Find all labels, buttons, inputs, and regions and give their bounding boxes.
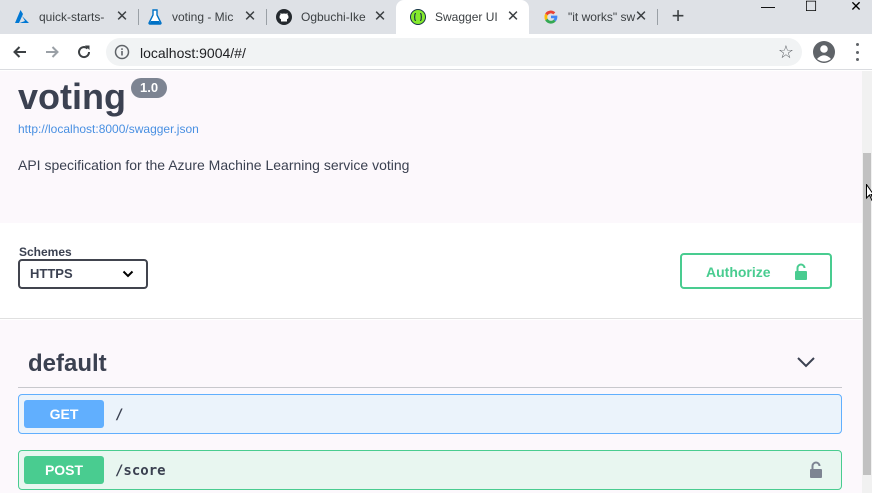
api-info: voting 1.0 http://localhost:8000/swagger… [0,71,862,223]
schemes-label: Schemes [19,245,72,259]
mouse-cursor-icon [866,184,872,202]
address-bar[interactable]: localhost:9004/#/ ☆ [106,38,802,66]
tab-quick-starts[interactable]: quick-starts- ✕ [0,0,138,34]
authorize-label: Authorize [706,264,771,280]
close-icon[interactable]: ✕ [633,9,649,25]
method-badge: POST [24,456,104,484]
google-icon [543,9,559,25]
new-tab-button[interactable]: + [667,5,689,28]
reload-icon [78,45,91,59]
tag-section-default[interactable]: default [18,340,842,388]
chevron-down-icon[interactable] [796,356,816,368]
bookmark-star-icon[interactable]: ☆ [778,42,794,62]
schemes-select[interactable]: HTTPS [18,259,148,289]
url-text[interactable]: localhost:9004/#/ [140,45,246,61]
page-scrollbar[interactable] [862,71,872,493]
forward-button[interactable] [40,40,64,64]
close-icon[interactable]: ✕ [505,9,521,25]
api-description: API specification for the Azure Machine … [18,157,410,173]
close-icon[interactable]: ✕ [372,9,388,25]
version-badge: 1.0 [131,78,168,98]
maximize-button[interactable]: ☐ [795,0,827,14]
tag-name: default [28,350,107,377]
operation-path: / [115,407,124,423]
operations-container: default GET / POST /score [0,320,862,493]
schemes-container: Schemes HTTPS Authorize [0,223,862,319]
minimize-button[interactable]: — [752,0,784,14]
tab-divider [657,9,658,25]
chevron-down-icon [122,270,134,278]
spec-url-link[interactable]: http://localhost:8000/swagger.json [18,122,199,136]
tab-github[interactable]: Ogbuchi-Ike ✕ [262,0,396,34]
reload-button[interactable] [72,40,96,64]
profile-avatar-icon[interactable] [813,41,835,63]
operation-post-score[interactable]: POST /score [18,450,842,490]
tab-strip: quick-starts- ✕ voting - Mic ✕ Ogbuchi-I… [0,0,872,34]
close-icon[interactable]: ✕ [114,9,130,25]
api-title: voting [18,76,126,117]
schemes-selected-value: HTTPS [30,266,73,281]
swagger-page: voting 1.0 http://localhost:8000/swagger… [0,71,862,493]
info-icon[interactable] [114,44,130,60]
authorize-button[interactable]: Authorize [680,253,832,289]
back-button[interactable] [8,40,32,64]
arrow-left-icon [13,46,26,58]
arrow-right-icon [46,46,59,58]
tab-voting[interactable]: voting - Mic ✕ [133,0,266,34]
tab-title: quick-starts- [39,10,105,24]
unlock-icon[interactable] [809,461,823,479]
tab-swagger-ui[interactable]: Swagger UI ✕ [396,0,529,34]
github-icon [276,9,292,25]
unlock-icon [795,263,807,280]
window-close-button[interactable]: ✕ [840,0,872,14]
browser-toolbar: localhost:9004/#/ ☆ [0,34,872,70]
operation-get-root[interactable]: GET / [18,394,842,434]
azure-ml-icon [147,9,163,25]
operation-path: /score [115,463,166,479]
close-icon[interactable]: ✕ [242,9,258,25]
method-badge: GET [24,400,104,428]
tab-google-search[interactable]: "it works" sw ✕ [529,0,657,34]
swagger-icon [410,9,426,25]
browser-menu-icon[interactable] [852,43,862,61]
azure-icon [14,9,30,25]
